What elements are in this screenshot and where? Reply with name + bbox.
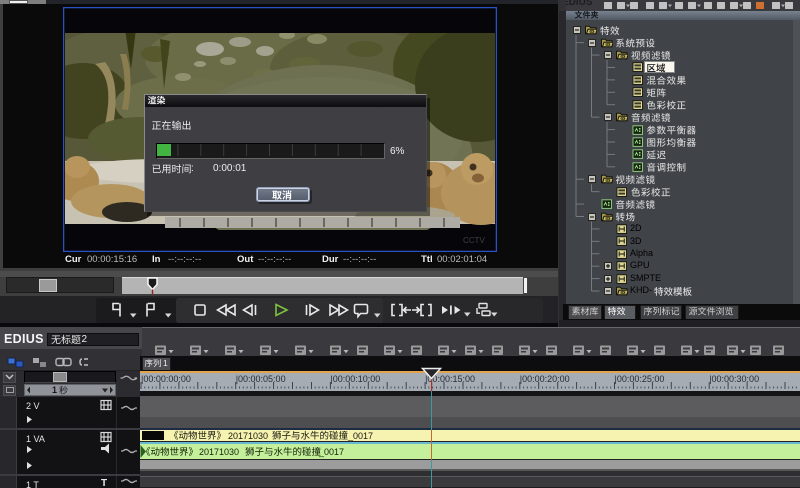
svg-text:T: T [101, 478, 107, 488]
svg-text:CCTV: CCTV [463, 236, 485, 245]
